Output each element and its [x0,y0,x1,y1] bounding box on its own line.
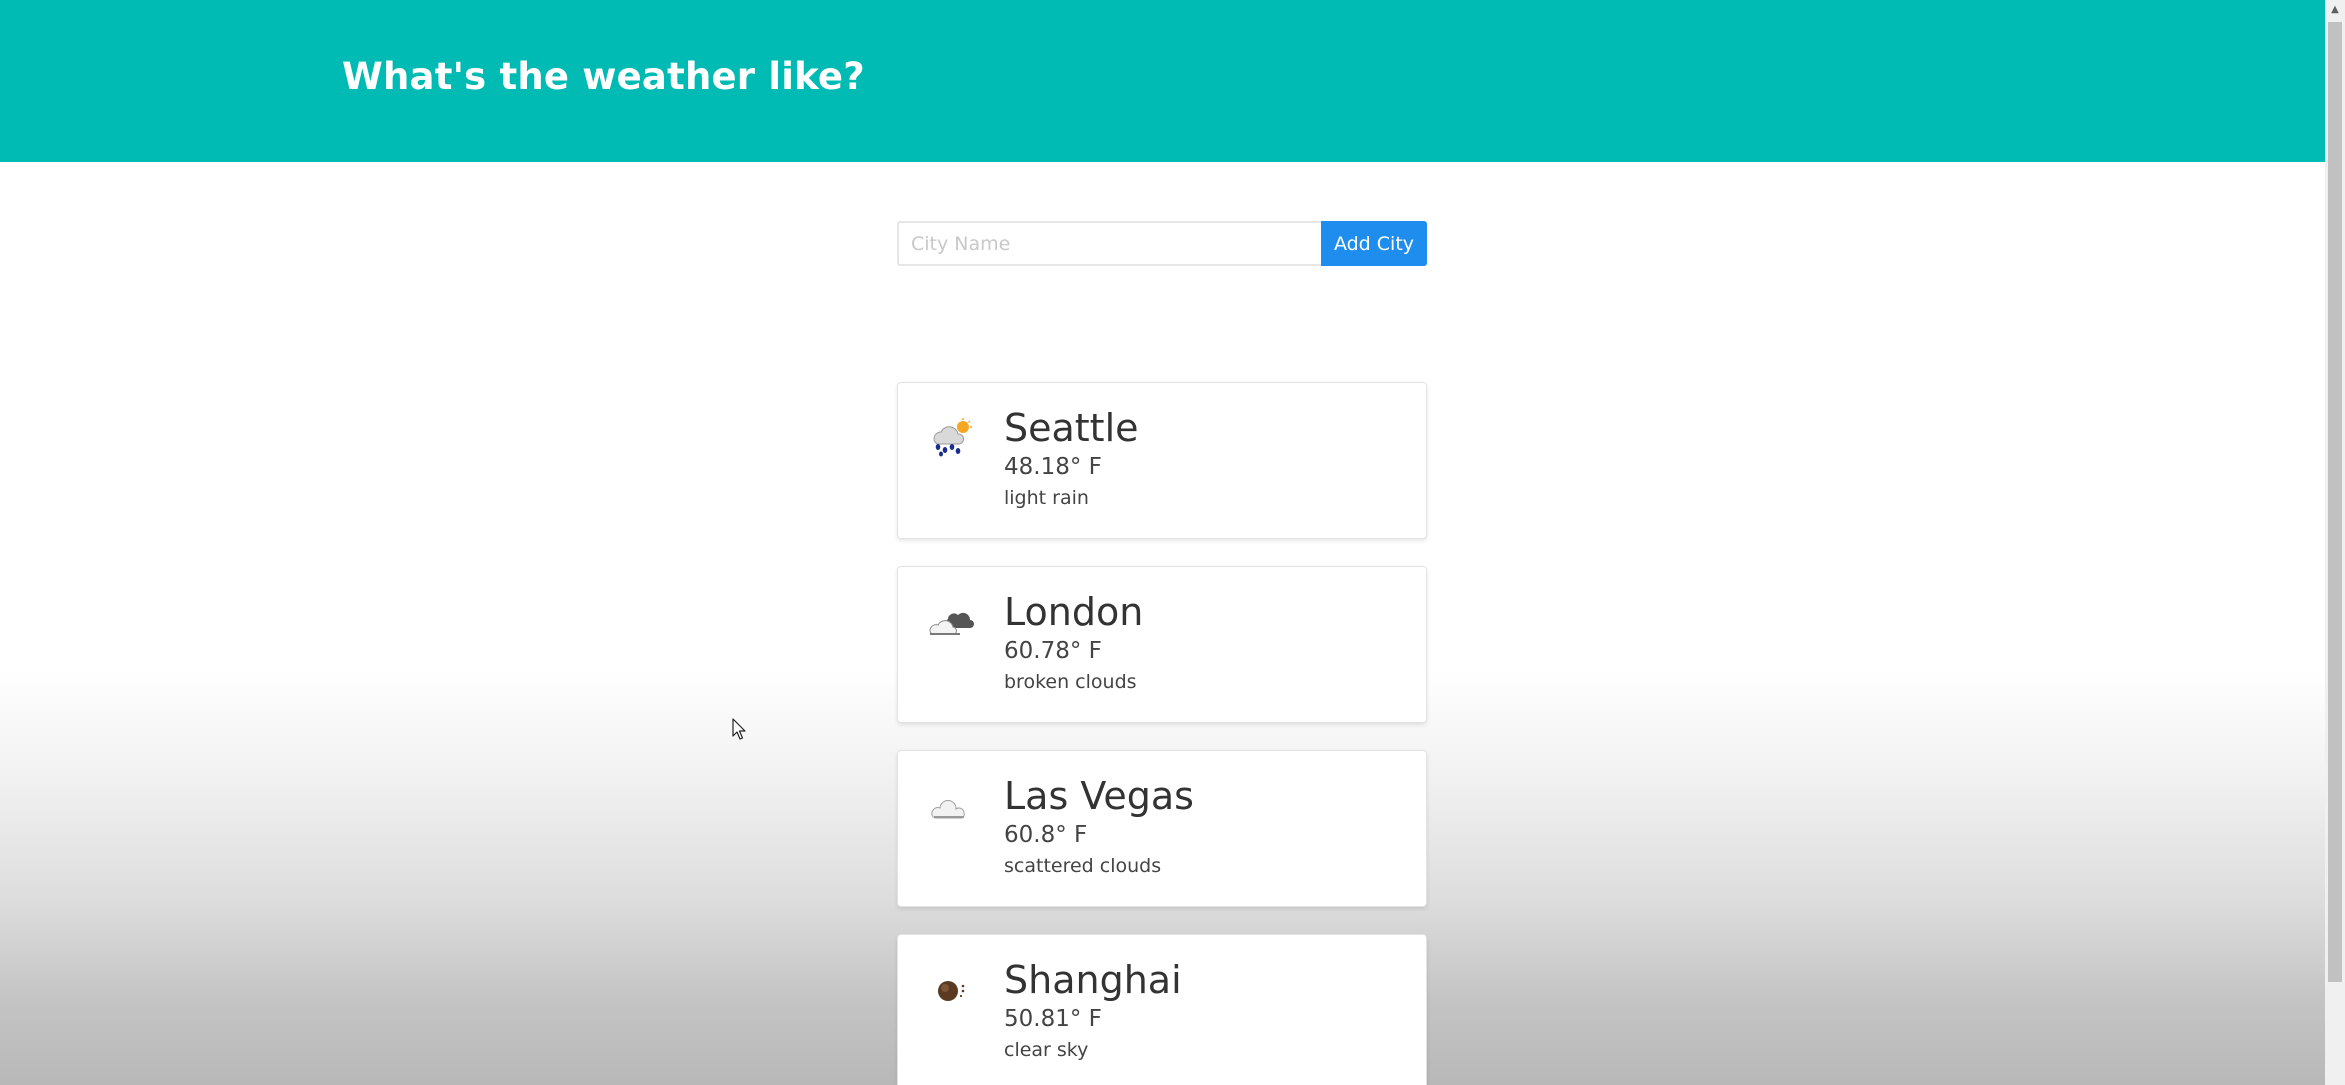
city-card: Seattle 48.18° F light rain [897,382,1427,539]
header-bar: What's the weather like? [0,0,2325,162]
mouse-cursor-icon [732,718,748,742]
city-temperature: 60.78° F [1004,638,1102,664]
city-temperature: 50.81° F [1004,1006,1102,1032]
city-card: Shanghai 50.81° F clear sky [897,934,1427,1085]
city-card: Las Vegas 60.8° F scattered clouds [897,750,1427,907]
page: What's the weather like? Add City [0,0,2325,1085]
city-name: Las Vegas [1004,774,1194,818]
city-name: Shanghai [1004,958,1182,1002]
city-temperature: 48.18° F [1004,454,1102,480]
city-description: scattered clouds [1004,855,1162,877]
page-title: What's the weather like? [342,55,865,98]
city-card-list: Seattle 48.18° F light rain London 60.78… [897,382,1427,1085]
city-name: Seattle [1004,406,1139,450]
scattered-clouds-icon [928,785,976,825]
city-description: broken clouds [1004,671,1137,693]
add-city-form: Add City [897,221,1427,266]
broken-clouds-icon [928,601,976,641]
city-name: London [1004,590,1144,634]
light-rain-icon [928,417,976,457]
city-description: clear sky [1004,1039,1089,1061]
scroll-up-arrow-icon[interactable]: ▲ [2325,0,2345,20]
vertical-scrollbar[interactable]: ▲ [2325,0,2345,1085]
city-description: light rain [1004,487,1089,509]
city-temperature: 60.8° F [1004,822,1088,848]
city-card: London 60.78° F broken clouds [897,566,1427,723]
add-city-button[interactable]: Add City [1321,221,1427,266]
scrollbar-thumb[interactable] [2328,22,2342,982]
clear-sky-icon [928,969,976,1009]
city-name-input[interactable] [897,221,1321,266]
